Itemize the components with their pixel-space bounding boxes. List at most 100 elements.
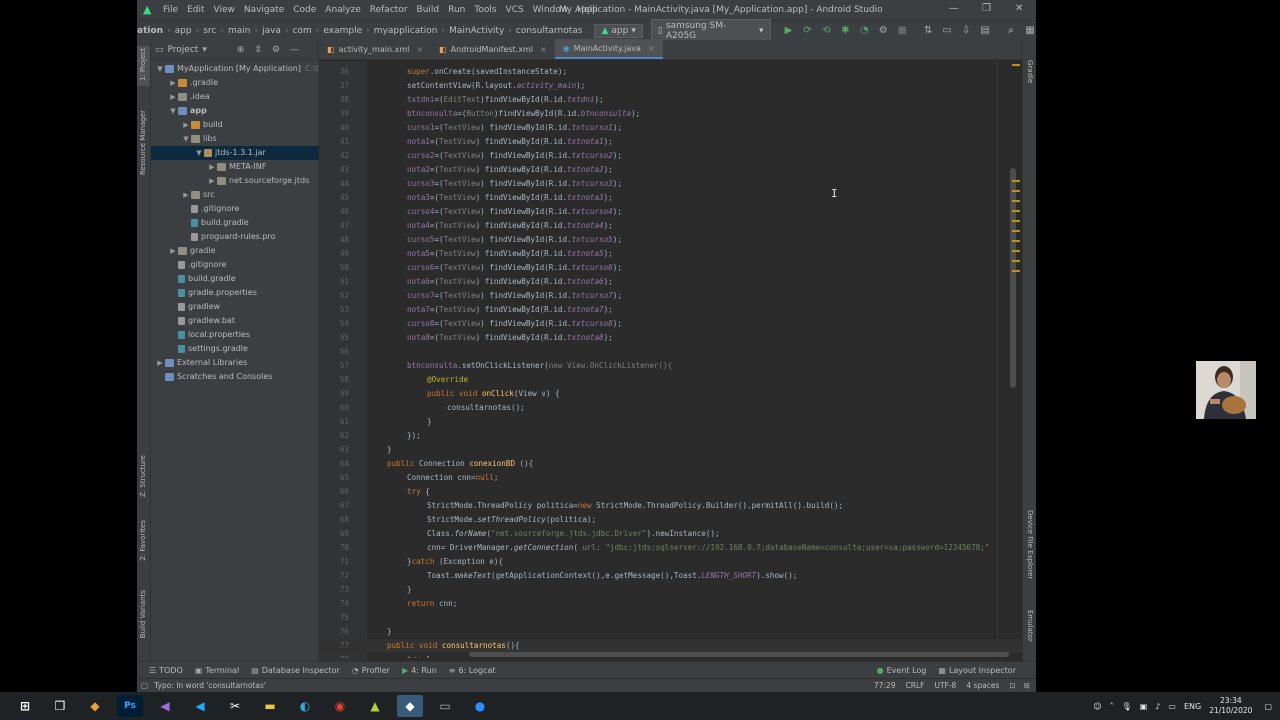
chevron-right-icon[interactable]: ▶ xyxy=(181,118,191,132)
code-line[interactable]: 37 setContentView(R.layout.activity_main)… xyxy=(319,79,1022,93)
breadcrumb-item[interactable]: example xyxy=(323,26,362,36)
chevron-down-icon[interactable]: ▼ xyxy=(155,62,165,76)
code-line[interactable]: 57 btnconsulta.setOnClickListener(new Vie… xyxy=(319,359,1022,373)
zoom-icon[interactable]: ● xyxy=(467,695,493,717)
warning-marker[interactable] xyxy=(1012,240,1020,242)
breadcrumb-item[interactable]: main xyxy=(228,26,251,36)
code-line[interactable]: 53 nota7=(TextView) findViewById(R.id.txt… xyxy=(319,303,1022,317)
apply-changes-icon[interactable]: ⟳ xyxy=(801,25,813,37)
settings-gear-icon[interactable]: ⚙ xyxy=(272,45,280,55)
favorites-tab[interactable]: 2: Favorites xyxy=(139,520,147,561)
layout-inspector-icon[interactable]: ▤ xyxy=(979,25,991,37)
locate-icon[interactable]: ⊕ xyxy=(237,45,245,55)
chevron-right-icon[interactable]: ▶ xyxy=(168,90,178,104)
tree-item[interactable]: ▶ gradle xyxy=(168,244,216,258)
volume-icon[interactable]: ♪ xyxy=(1155,702,1160,711)
code-line[interactable]: 65 Connection cnn=null; xyxy=(319,471,1022,485)
sdk-manager-icon[interactable]: ⇩ xyxy=(960,25,972,37)
code-line[interactable]: 60 consultarnotas(); xyxy=(319,401,1022,415)
chevron-right-icon[interactable]: ▶ xyxy=(155,356,165,370)
code-line[interactable]: 41 nota1=(TextView) findViewById(R.id.txt… xyxy=(319,135,1022,149)
editor-tab[interactable]: ◧ AndroidManifest.xml × xyxy=(431,39,555,59)
debug-icon[interactable]: ✱ xyxy=(839,25,851,37)
code-line[interactable]: 51 nota6=(TextView) findViewById(R.id.txt… xyxy=(319,275,1022,289)
clock[interactable]: 23:34 21/10/2020 xyxy=(1209,696,1252,716)
file-encoding[interactable]: UTF-8 xyxy=(934,681,956,690)
code-line[interactable]: 61} xyxy=(319,415,1022,429)
code-line[interactable]: 44 curso3=(TextView) findViewById(R.id.tx… xyxy=(319,177,1022,191)
todo-tab[interactable]: ☰ TODO xyxy=(149,666,183,675)
menu-item-view[interactable]: View xyxy=(214,5,235,15)
vscode-icon[interactable]: ◀ xyxy=(187,695,213,717)
battery-icon[interactable]: ▭ xyxy=(1168,702,1176,711)
editor-tab[interactable]: ◉ MainActivity.java × xyxy=(554,39,663,59)
run-tab[interactable]: ▶ 4: Run xyxy=(402,666,437,675)
language-indicator[interactable]: ENG xyxy=(1184,702,1201,711)
indent-setting[interactable]: 4 spaces xyxy=(966,681,999,690)
code-line[interactable]: 47 nota4=(TextView) findViewById(R.id.txt… xyxy=(319,219,1022,233)
breadcrumb-item[interactable]: myapplication xyxy=(374,26,438,36)
search-icon[interactable]: ⌕ xyxy=(1005,25,1017,37)
gradle-tab[interactable]: Gradle xyxy=(1026,60,1034,83)
breadcrumb-item[interactable]: src xyxy=(203,26,216,36)
breadcrumb-item[interactable]: com xyxy=(293,26,312,36)
tree-item[interactable]: ▼ app xyxy=(168,104,207,118)
active-app-icon[interactable]: ◆ xyxy=(397,695,423,717)
chevron-up-icon[interactable]: ˄ xyxy=(1110,702,1114,711)
code-line[interactable]: 38 txtdni=(EditText)findViewById(R.id.txt… xyxy=(319,93,1022,107)
project-structure-icon[interactable]: ▦ xyxy=(1024,25,1036,37)
run-config-select[interactable]: ▲ app ▾ xyxy=(594,23,643,38)
menu-item-navigate[interactable]: Navigate xyxy=(244,5,284,15)
sync-gradle-icon[interactable]: ⇅ xyxy=(922,25,934,37)
layout-inspector-tab[interactable]: ▦ Layout Inspector xyxy=(938,666,1016,675)
code-line[interactable]: 68 StrictMode.setThreadPolicy(politica); xyxy=(319,513,1022,527)
code-line[interactable]: 73} xyxy=(319,583,1022,597)
profile-icon[interactable]: ◔ xyxy=(858,25,870,37)
task-view-icon[interactable]: ❒ xyxy=(47,695,73,717)
menu-item-edit[interactable]: Edit xyxy=(187,5,204,15)
code-line[interactable]: 62}); xyxy=(319,429,1022,443)
warning-marker[interactable] xyxy=(1012,200,1020,202)
chevron-right-icon[interactable]: ▶ xyxy=(168,244,178,258)
code-line[interactable]: 43 nota2=(TextView) findViewById(R.id.txt… xyxy=(319,163,1022,177)
code-line[interactable]: 77 public void consultarnotas(){ xyxy=(319,639,1022,653)
chevron-down-icon[interactable]: ▾ xyxy=(202,45,207,55)
apply-code-changes-icon[interactable]: ⟲ xyxy=(820,25,832,37)
warning-marker[interactable] xyxy=(1012,210,1020,212)
tree-item[interactable]: ▶ External Libraries xyxy=(155,356,247,370)
code-line[interactable]: 42 curso2=(TextView) findViewById(R.id.tx… xyxy=(319,149,1022,163)
breadcrumb-item[interactable]: ation xyxy=(137,26,163,36)
lock-icon[interactable]: ⊡ xyxy=(1009,681,1015,690)
warning-marker[interactable] xyxy=(1012,230,1020,232)
code-area[interactable]: 36 super.onCreate(savedInstanceState); 37 s… xyxy=(319,61,1022,658)
code-line[interactable]: 72 Toast.makeText(getApplicationContext()… xyxy=(319,569,1022,583)
device-select[interactable]: ▯ samsung SM-A205G ▾ xyxy=(650,18,771,43)
tree-item[interactable]: ▶ .gradle xyxy=(168,76,218,90)
code-line[interactable]: 76} xyxy=(319,625,1022,639)
menu-item-tools[interactable]: Tools xyxy=(474,5,496,15)
chevron-right-icon[interactable]: ▶ xyxy=(168,76,178,90)
tree-item[interactable]: build.gradle xyxy=(181,216,249,230)
chevron-down-icon[interactable]: ▼ xyxy=(168,104,178,118)
restore-icon[interactable]: ❐ xyxy=(982,3,991,14)
tree-item[interactable]: ▶ META-INF xyxy=(207,160,266,174)
close-tab-icon[interactable]: × xyxy=(648,44,655,53)
horizontal-scrollbar[interactable] xyxy=(469,652,1009,657)
code-line[interactable]: 66 try { xyxy=(319,485,1022,499)
code-line[interactable]: 59 public void onClick(View v) { xyxy=(319,387,1022,401)
warning-marker[interactable] xyxy=(1012,190,1020,192)
photoshop-icon[interactable]: Ps xyxy=(117,695,143,717)
code-line[interactable]: 58 @Override xyxy=(319,373,1022,387)
breadcrumb-item[interactable]: consultarnotas xyxy=(516,26,583,36)
code-line[interactable]: 50 curso6=(TextView) findViewById(R.id.tx… xyxy=(319,261,1022,275)
code-line[interactable]: 69 Class.forName("net.sourceforge.jtds.jd… xyxy=(319,527,1022,541)
tree-item[interactable]: ▼ jtds-1.3.1.jar xyxy=(151,146,319,160)
code-line[interactable]: 64 public Connection conexionBD (){ xyxy=(319,457,1022,471)
structure-tab[interactable]: Z: Structure xyxy=(139,455,147,497)
warning-marker[interactable] xyxy=(1012,64,1020,66)
breadcrumb-item[interactable]: MainActivity xyxy=(449,26,504,36)
app-pin-icon[interactable]: ◆ xyxy=(82,695,108,717)
memory-icon[interactable]: ⊞ xyxy=(1024,681,1030,690)
code-line[interactable]: 52 curso7=(TextView) findViewById(R.id.tx… xyxy=(319,289,1022,303)
tree-item[interactable]: ▶ .idea xyxy=(168,90,210,104)
